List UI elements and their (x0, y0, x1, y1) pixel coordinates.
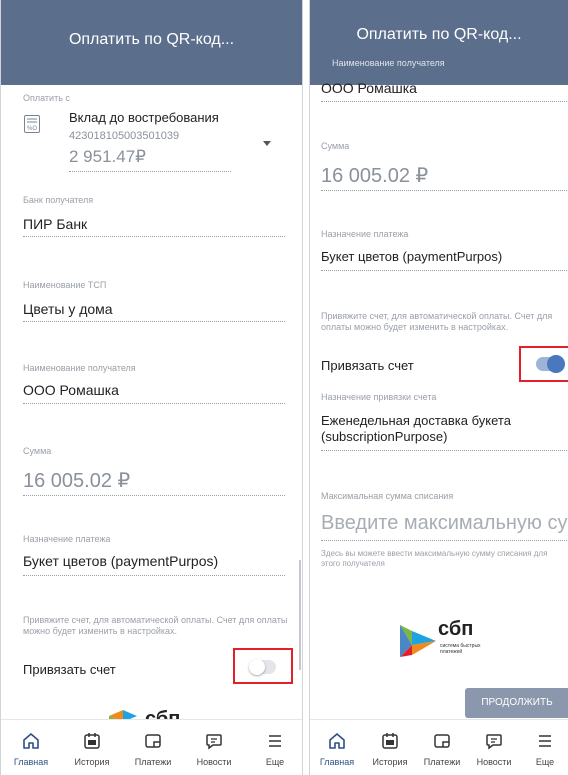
bind-account-label: Привязать счет (321, 358, 414, 373)
sbp-logo: сбп система быстрых платежей (398, 617, 508, 665)
tab-payments[interactable]: Платежи (123, 720, 183, 775)
home-icon (23, 733, 39, 749)
phone-screen-2: Оплатить по QR-код... Наименование получ… (309, 0, 568, 775)
app-header: Оплатить по QR-код... (310, 0, 568, 85)
chevron-down-icon[interactable] (263, 133, 271, 151)
payments-icon (434, 734, 450, 748)
binding-purpose-value-line1: Еженедельная доставка букета (321, 413, 511, 428)
home-icon (329, 733, 345, 749)
sbp-subtitle-line2: платежей (440, 649, 463, 655)
account-selector[interactable]: %O Вклад до востребования 42301810500350… (1, 105, 302, 180)
menu-icon (269, 735, 281, 747)
bind-account-hint: Привяжите счет, для автоматической оплат… (321, 311, 553, 332)
tab-label: Еще (535, 757, 555, 767)
svg-text:%O: %O (27, 126, 37, 132)
continue-button[interactable]: ПРОДОЛЖИТЬ (465, 688, 568, 718)
menu-icon (539, 735, 551, 747)
tab-more[interactable]: Еще (515, 720, 568, 775)
recipient-value: ООО Ромашка (321, 80, 417, 96)
max-sum-underline (321, 540, 568, 541)
bottom-tab-bar: Главная История Платежи Новости Еще (310, 719, 568, 775)
comparison-screens: Оплатить по QR-код... Оплатить с %O Вкла… (0, 0, 568, 775)
sum-underline (23, 495, 285, 496)
tab-payments[interactable]: Платежи (412, 720, 472, 775)
tab-label: Платежи (134, 757, 172, 767)
tab-label: Главная (319, 757, 355, 767)
news-icon (486, 734, 502, 750)
bind-account-toggle[interactable] (249, 659, 276, 675)
payments-icon (145, 734, 161, 748)
tab-home[interactable]: Главная (310, 720, 367, 775)
binding-purpose-value-line2: (subscriptionPurpose) (321, 429, 448, 444)
purpose-value: Букет цветов (paymentPurpos) (321, 249, 503, 264)
bind-account-label: Привязать счет (23, 662, 116, 677)
tsp-label: Наименование ТСП (23, 280, 107, 290)
max-sum-hint: Здесь вы можете ввести максимальную сумм… (321, 549, 548, 568)
tab-news[interactable]: Новости (184, 720, 244, 775)
app-header: Оплатить по QR-код... (1, 0, 302, 85)
purpose-label: Назначение платежа (321, 229, 409, 239)
tab-label: Главная (13, 757, 49, 767)
bank-label: Банк получателя (23, 195, 94, 205)
bank-underline (23, 236, 285, 237)
page-title: Оплатить по QR-код... (68, 31, 235, 48)
tab-label: История (372, 757, 408, 767)
purpose-value: Букет цветов (paymentPurpos) (23, 553, 219, 569)
bank-value: ПИР Банк (23, 216, 88, 232)
recipient-underline (321, 101, 568, 102)
sum-value: 16 005.02 ₽ (321, 165, 429, 187)
sum-value: 16 005.02 ₽ (23, 470, 131, 492)
purpose-label: Назначение платежа (23, 534, 111, 544)
account-balance: 2 951.47₽ (69, 147, 146, 166)
tab-more[interactable]: Еще (245, 720, 302, 775)
account-icon: %O (24, 115, 40, 133)
recipient-label: Наименование получателя (23, 363, 136, 373)
history-icon (84, 733, 100, 749)
tab-history[interactable]: История (62, 720, 122, 775)
tsp-underline (23, 321, 285, 322)
purpose-underline (23, 575, 285, 576)
sum-label: Сумма (321, 141, 350, 151)
binding-purpose-underline (321, 450, 568, 451)
tab-label: Еще (265, 757, 285, 767)
account-number: 423018105003501039 (69, 130, 180, 142)
tsp-value: Цветы у дома (23, 301, 113, 317)
bottom-tab-bar: Главная История Платежи Новости Еще (1, 719, 302, 775)
recipient-value: ООО Ромашка (23, 382, 119, 398)
sum-underline (321, 190, 568, 191)
news-icon (206, 734, 222, 750)
toggle-knob (547, 355, 565, 373)
tab-label: История (74, 757, 110, 767)
binding-purpose-label: Назначение привязки счета (321, 392, 437, 402)
recipient-underline (23, 403, 285, 404)
purpose-underline (321, 270, 568, 271)
history-icon (382, 733, 398, 749)
account-balance-underline (69, 171, 231, 172)
page-title: Оплатить по QR-код... (356, 26, 522, 43)
max-sum-input[interactable]: Введите максимальную сум (321, 512, 568, 535)
bind-account-hint: Привяжите счет, для автоматической оплат… (23, 615, 288, 636)
toggle-knob (249, 659, 265, 675)
sum-label: Сумма (23, 446, 52, 456)
tab-history[interactable]: История (360, 720, 420, 775)
phone-screen-1: Оплатить по QR-код... Оплатить с %O Вкла… (0, 0, 303, 775)
scrollbar[interactable] (299, 560, 301, 670)
pay-from-label: Оплатить с (23, 93, 70, 103)
tab-label: Платежи (423, 757, 461, 767)
account-name: Вклад до востребования (69, 110, 219, 125)
sbp-text: сбп (438, 618, 474, 640)
recipient-label: Наименование получателя (332, 58, 445, 68)
bind-account-toggle[interactable] (536, 355, 565, 373)
tab-home[interactable]: Главная (1, 720, 61, 775)
max-sum-label: Максимальная сумма списания (321, 491, 454, 501)
tab-label: Новости (196, 757, 232, 767)
